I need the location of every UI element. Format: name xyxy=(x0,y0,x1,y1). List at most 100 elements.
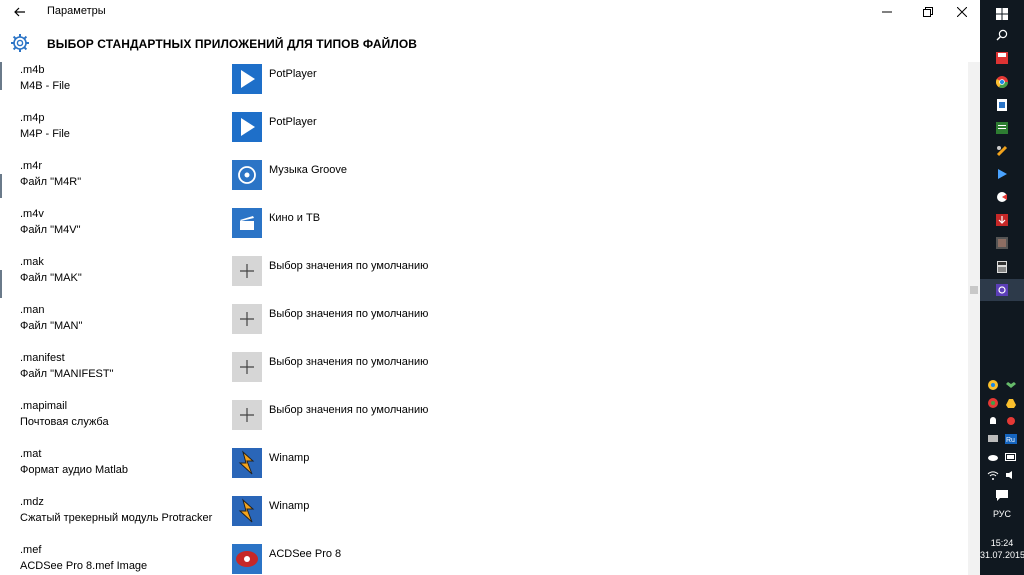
taskbar-app-save[interactable] xyxy=(980,47,1024,69)
file-type-row: .mak Файл "MAK" Выбор значения по умолча… xyxy=(0,256,968,304)
potplayer-icon[interactable] xyxy=(232,112,262,142)
default-app-button[interactable]: Winamp xyxy=(269,500,309,512)
file-extension: .m4v xyxy=(20,208,44,220)
default-app-button[interactable]: Кино и ТВ xyxy=(269,212,320,224)
taskbar-app-download[interactable] xyxy=(980,209,1024,231)
tray-volume-icon[interactable] xyxy=(1004,468,1018,482)
search-button[interactable] xyxy=(980,24,1024,46)
tray-dropbox-icon[interactable] xyxy=(1004,378,1018,392)
tray-wifi-icon[interactable] xyxy=(986,468,1000,482)
file-type-row: .man Файл "MAN" Выбор значения по умолча… xyxy=(0,304,968,352)
title-bar: Параметры xyxy=(0,0,980,24)
file-type-description: Сжатый трекерный модуль Protracker xyxy=(20,512,213,524)
media-icon xyxy=(996,237,1008,249)
settings-window: Параметры ВЫБОР СТАНДАРТНЫХ ПРИЛОЖЕНИЙ Д… xyxy=(0,0,980,575)
scrollbar-thumb[interactable] xyxy=(970,286,978,294)
file-type-list: .m4b M4B - File PotPlayer .m4p M4P - Fil… xyxy=(0,62,968,575)
clock-time[interactable]: 15:24 xyxy=(980,538,1024,548)
groove-music-icon[interactable] xyxy=(232,160,262,190)
display-icon xyxy=(988,435,998,442)
tray-ccleaner-icon[interactable] xyxy=(1004,414,1018,428)
close-icon xyxy=(957,7,967,17)
tray-battery-icon[interactable] xyxy=(1004,450,1018,464)
tray-drive-icon[interactable] xyxy=(1004,396,1018,410)
file-type-description: Файл "MANIFEST" xyxy=(20,368,114,380)
gear-icon xyxy=(11,34,29,52)
windows-logo-icon xyxy=(996,8,1008,20)
file-type-description: Файл "MAN" xyxy=(20,320,83,332)
file-extension: .mef xyxy=(20,544,42,556)
winamp-icon[interactable] xyxy=(232,448,262,478)
file-type-row: .m4v Файл "M4V" Кино и ТВ xyxy=(0,208,968,256)
taskbar-app-tools[interactable] xyxy=(980,140,1024,162)
dropbox-icon xyxy=(1006,382,1016,388)
cloud-icon xyxy=(988,455,998,461)
bell-icon xyxy=(990,417,996,424)
default-app-button[interactable]: PotPlayer xyxy=(269,68,317,80)
svg-text:Ru: Ru xyxy=(1006,437,1015,444)
winamp-icon[interactable] xyxy=(232,496,262,526)
taskbar-app-ccleaner[interactable] xyxy=(980,186,1024,208)
page-title: ВЫБОР СТАНДАРТНЫХ ПРИЛОЖЕНИЙ ДЛЯ ТИПОВ Ф… xyxy=(47,37,418,51)
chrome-tray-icon xyxy=(988,398,998,408)
tray-onedrive-icon[interactable] xyxy=(986,450,1000,464)
restore-icon xyxy=(923,7,933,17)
tray-notification-icon[interactable] xyxy=(986,414,1000,428)
restore-button[interactable] xyxy=(911,0,945,24)
taskbar-app-notes[interactable] xyxy=(980,117,1024,139)
action-center-button[interactable] xyxy=(980,484,1024,506)
action-center-icon xyxy=(996,489,1008,501)
tray-language-icon[interactable]: Ru xyxy=(1004,432,1018,446)
green-notes-icon xyxy=(996,122,1008,134)
taskbar-app-player[interactable] xyxy=(980,163,1024,185)
language-ru-icon: Ru xyxy=(1005,434,1017,444)
tray-display-icon[interactable] xyxy=(986,432,1000,446)
plus-icon[interactable] xyxy=(232,352,262,382)
floppy-disk-icon xyxy=(996,52,1008,64)
taskbar: Ru РУС 15:24 31.07.2015 xyxy=(980,0,1024,575)
potplayer-icon[interactable] xyxy=(232,64,262,94)
file-type-description: ACDSee Pro 8.mef Image xyxy=(20,560,148,572)
tray-chrome-icon-2[interactable] xyxy=(986,396,1000,410)
page-header: ВЫБОР СТАНДАРТНЫХ ПРИЛОЖЕНИЙ ДЛЯ ТИПОВ Ф… xyxy=(0,24,980,62)
plus-icon[interactable] xyxy=(232,304,262,334)
input-language-indicator[interactable]: РУС xyxy=(980,509,1024,519)
file-extension: .m4r xyxy=(20,160,42,172)
file-type-description: Файл "MAK" xyxy=(20,272,82,284)
google-drive-icon xyxy=(1006,399,1016,408)
default-app-button[interactable]: Выбор значения по умолчанию xyxy=(269,356,428,368)
back-button[interactable] xyxy=(6,0,34,24)
default-app-button[interactable]: Winamp xyxy=(269,452,309,464)
plus-icon[interactable] xyxy=(232,400,262,430)
file-type-row: .m4b M4B - File PotPlayer xyxy=(0,64,968,112)
taskbar-app-settings[interactable] xyxy=(980,279,1024,301)
acdsee-icon[interactable] xyxy=(232,544,262,574)
play-icon xyxy=(998,169,1007,179)
chrome-tray-icon xyxy=(988,380,998,390)
default-app-button[interactable]: Музыка Groove xyxy=(269,164,347,176)
start-button[interactable] xyxy=(980,3,1024,25)
close-button[interactable] xyxy=(945,0,979,24)
taskbar-app-document[interactable] xyxy=(980,94,1024,116)
movies-tv-icon[interactable] xyxy=(232,208,262,238)
taskbar-app-calculator[interactable] xyxy=(980,256,1024,278)
default-app-button[interactable]: Выбор значения по умолчанию xyxy=(269,308,428,320)
minimize-icon xyxy=(882,11,892,13)
battery-icon xyxy=(1005,453,1016,461)
file-type-description: Почтовая служба xyxy=(20,416,109,428)
file-type-description: M4P - File xyxy=(20,128,70,140)
taskbar-app-media[interactable] xyxy=(980,232,1024,254)
default-app-button[interactable]: Выбор значения по умолчанию xyxy=(269,404,428,416)
file-type-description: Формат аудио Matlab xyxy=(20,464,129,476)
vertical-scrollbar[interactable] xyxy=(968,62,980,575)
calculator-icon xyxy=(997,261,1007,273)
minimize-button[interactable] xyxy=(870,0,904,24)
plus-icon[interactable] xyxy=(232,256,262,286)
default-app-button[interactable]: PotPlayer xyxy=(269,116,317,128)
search-icon xyxy=(996,29,1008,41)
tray-chrome-icon[interactable] xyxy=(986,378,1000,392)
taskbar-app-chrome[interactable] xyxy=(980,71,1024,93)
default-app-button[interactable]: ACDSee Pro 8 xyxy=(269,548,341,560)
clock-date[interactable]: 31.07.2015 xyxy=(980,550,1024,560)
default-app-button[interactable]: Выбор значения по умолчанию xyxy=(269,260,428,272)
